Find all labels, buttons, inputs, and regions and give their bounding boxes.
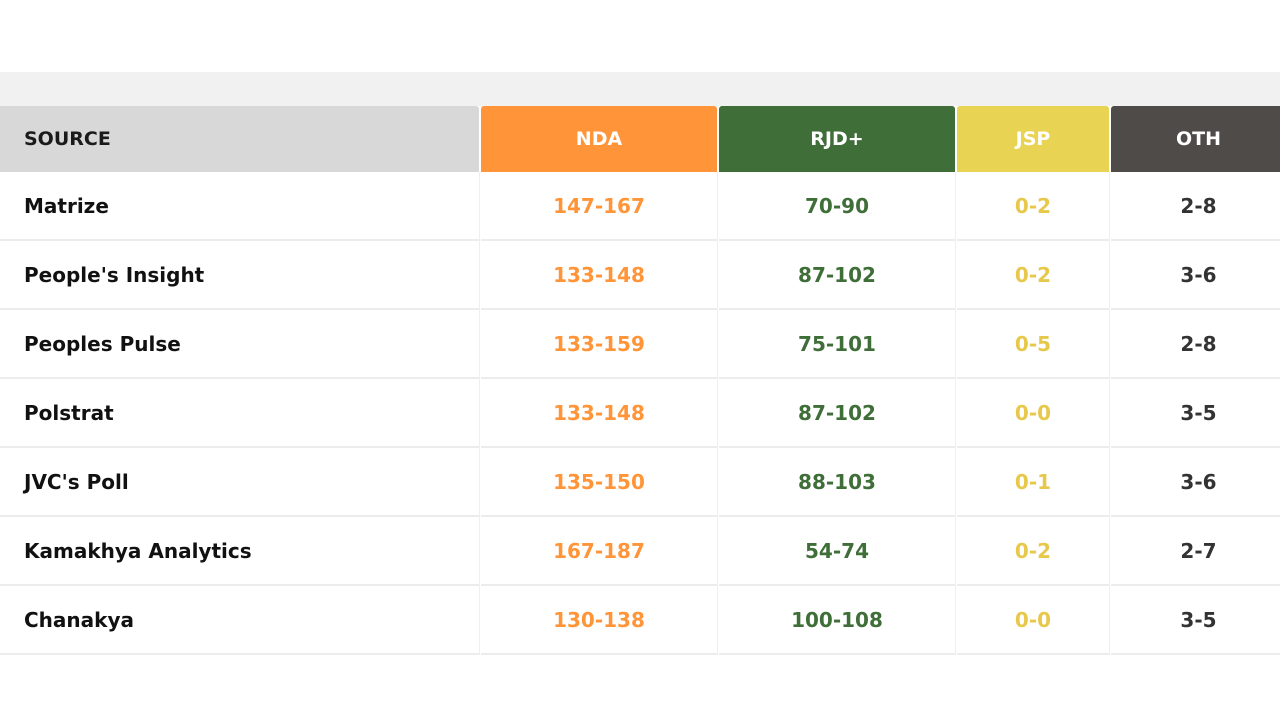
- rjd-cell: 88-103: [719, 448, 955, 517]
- source-cell: Peoples Pulse: [0, 310, 479, 379]
- oth-cell: 3-5: [1111, 379, 1280, 448]
- header-source: SOURCE: [0, 106, 479, 172]
- nda-cell: 133-148: [481, 241, 717, 310]
- jsp-cell: 0-2: [957, 241, 1109, 310]
- nda-cell: 133-159: [481, 310, 717, 379]
- source-cell: Chanakya: [0, 586, 479, 655]
- oth-cell: 3-5: [1111, 586, 1280, 655]
- nda-cell: 130-138: [481, 586, 717, 655]
- oth-cell: 2-7: [1111, 517, 1280, 586]
- jsp-cell: 0-0: [957, 379, 1109, 448]
- oth-cell: 2-8: [1111, 172, 1280, 241]
- rjd-cell: 87-102: [719, 241, 955, 310]
- rjd-cell: 54-74: [719, 517, 955, 586]
- jsp-cell: 0-2: [957, 172, 1109, 241]
- rjd-cell: 87-102: [719, 379, 955, 448]
- header-nda: NDA: [481, 106, 717, 172]
- jsp-cell: 0-0: [957, 586, 1109, 655]
- header-jsp: JSP: [957, 106, 1109, 172]
- nda-cell: 133-148: [481, 379, 717, 448]
- rjd-cell: 100-108: [719, 586, 955, 655]
- header-rjd: RJD+: [719, 106, 955, 172]
- rjd-cell: 75-101: [719, 310, 955, 379]
- source-cell: Kamakhya Analytics: [0, 517, 479, 586]
- oth-cell: 3-6: [1111, 241, 1280, 310]
- jsp-cell: 0-2: [957, 517, 1109, 586]
- source-cell: People's Insight: [0, 241, 479, 310]
- nda-cell: 147-167: [481, 172, 717, 241]
- nda-cell: 135-150: [481, 448, 717, 517]
- jsp-cell: 0-1: [957, 448, 1109, 517]
- source-cell: JVC's Poll: [0, 448, 479, 517]
- nda-cell: 167-187: [481, 517, 717, 586]
- rjd-cell: 70-90: [719, 172, 955, 241]
- source-cell: Polstrat: [0, 379, 479, 448]
- exit-poll-table: SOURCE NDA RJD+ JSP OTH Matrize 147-167 70…: [0, 106, 1280, 655]
- oth-cell: 3-6: [1111, 448, 1280, 517]
- header-oth: OTH: [1111, 106, 1280, 172]
- jsp-cell: 0-5: [957, 310, 1109, 379]
- top-band: [0, 72, 1280, 106]
- oth-cell: 2-8: [1111, 310, 1280, 379]
- source-cell: Matrize: [0, 172, 479, 241]
